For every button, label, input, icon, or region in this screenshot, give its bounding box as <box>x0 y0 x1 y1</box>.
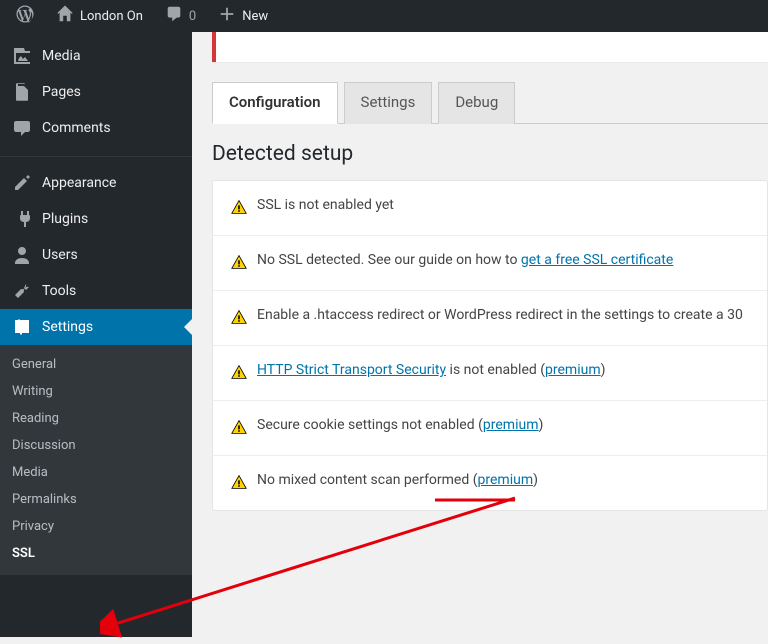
sidebar-item-tools[interactable]: Tools <box>0 273 192 309</box>
plugins-icon <box>12 209 32 229</box>
warning-icon <box>231 362 247 384</box>
sidebar-item-comments[interactable]: Comments <box>0 110 192 146</box>
submenu-item-media[interactable]: Media <box>0 459 192 486</box>
row-text: Enable a .htaccess redirect or WordPress… <box>257 307 743 323</box>
tools-icon <box>12 281 32 301</box>
sidebar-item-label: Plugins <box>42 211 88 227</box>
admin-sidebar: Media Pages Comments Appearance Plugins … <box>0 32 192 637</box>
warning-icon <box>231 417 247 439</box>
tab-configuration[interactable]: Configuration <box>212 82 338 124</box>
sidebar-item-label: Comments <box>42 120 111 136</box>
wp-logo-menu[interactable] <box>8 0 42 32</box>
row-text: HTTP Strict Transport Security is not en… <box>257 362 605 378</box>
warning-icon <box>231 252 247 274</box>
tab-debug[interactable]: Debug <box>438 82 515 124</box>
appearance-icon <box>12 173 32 193</box>
setup-row: Enable a .htaccess redirect or WordPress… <box>213 291 767 346</box>
comments-count: 0 <box>189 9 196 24</box>
ssl-guide-link[interactable]: get a free SSL certificate <box>521 252 673 268</box>
setup-row: SSL is not enabled yet <box>213 181 767 236</box>
premium-link[interactable]: premium <box>545 362 601 378</box>
sidebar-item-media[interactable]: Media <box>0 38 192 74</box>
setup-row: No SSL detected. See our guide on how to… <box>213 236 767 291</box>
sidebar-item-label: Settings <box>42 319 93 335</box>
submenu-item-general[interactable]: General <box>0 351 192 378</box>
tab-bar: Configuration Settings Debug <box>212 82 768 124</box>
settings-submenu: General Writing Reading Discussion Media… <box>0 345 192 575</box>
sidebar-item-appearance[interactable]: Appearance <box>0 165 192 201</box>
new-content-menu[interactable]: New <box>210 0 276 32</box>
wordpress-icon <box>16 5 34 27</box>
sidebar-item-users[interactable]: Users <box>0 237 192 273</box>
tab-settings[interactable]: Settings <box>344 82 433 124</box>
setup-row: Secure cookie settings not enabled (prem… <box>213 401 767 456</box>
warning-icon <box>231 197 247 219</box>
media-icon <box>12 46 32 66</box>
sidebar-item-label: Users <box>42 247 78 263</box>
detected-setup-panel: SSL is not enabled yet No SSL detected. … <box>212 180 768 511</box>
premium-link[interactable]: premium <box>483 417 539 433</box>
sidebar-item-label: Tools <box>42 283 76 299</box>
submenu-item-ssl[interactable]: SSL <box>0 540 192 567</box>
site-name-label: London On <box>80 9 143 24</box>
submenu-item-permalinks[interactable]: Permalinks <box>0 486 192 513</box>
sidebar-item-pages[interactable]: Pages <box>0 74 192 110</box>
submenu-item-writing[interactable]: Writing <box>0 378 192 405</box>
sidebar-item-label: Appearance <box>42 175 116 191</box>
users-icon <box>12 245 32 265</box>
site-name-menu[interactable]: London On <box>48 0 151 32</box>
comments-icon <box>12 118 32 138</box>
row-text: No mixed content scan performed (premium… <box>257 472 538 488</box>
sidebar-item-label: Media <box>42 48 81 64</box>
setup-row: No mixed content scan performed (premium… <box>213 456 767 510</box>
error-notice <box>212 32 768 62</box>
row-text: No SSL detected. See our guide on how to… <box>257 252 673 268</box>
submenu-item-privacy[interactable]: Privacy <box>0 513 192 540</box>
submenu-item-reading[interactable]: Reading <box>0 405 192 432</box>
sidebar-item-plugins[interactable]: Plugins <box>0 201 192 237</box>
plus-icon <box>218 5 236 27</box>
menu-separator <box>0 151 192 157</box>
home-icon <box>56 5 74 27</box>
section-title: Detected setup <box>212 142 768 166</box>
settings-icon <box>12 317 32 337</box>
new-content-label: New <box>242 9 268 24</box>
sidebar-item-label: Pages <box>42 84 81 100</box>
comment-icon <box>165 5 183 27</box>
row-text: Secure cookie settings not enabled (prem… <box>257 417 543 433</box>
premium-link[interactable]: premium <box>478 472 534 488</box>
row-text: SSL is not enabled yet <box>257 197 394 213</box>
hsts-link[interactable]: HTTP Strict Transport Security <box>257 362 446 378</box>
warning-icon <box>231 307 247 329</box>
main-content: Configuration Settings Debug Detected se… <box>192 32 768 637</box>
warning-icon <box>231 472 247 494</box>
setup-row: HTTP Strict Transport Security is not en… <box>213 346 767 401</box>
pages-icon <box>12 82 32 102</box>
comments-menu[interactable]: 0 <box>157 0 204 32</box>
admin-bar: London On 0 New <box>0 0 768 32</box>
submenu-item-discussion[interactable]: Discussion <box>0 432 192 459</box>
sidebar-item-settings[interactable]: Settings <box>0 309 192 345</box>
